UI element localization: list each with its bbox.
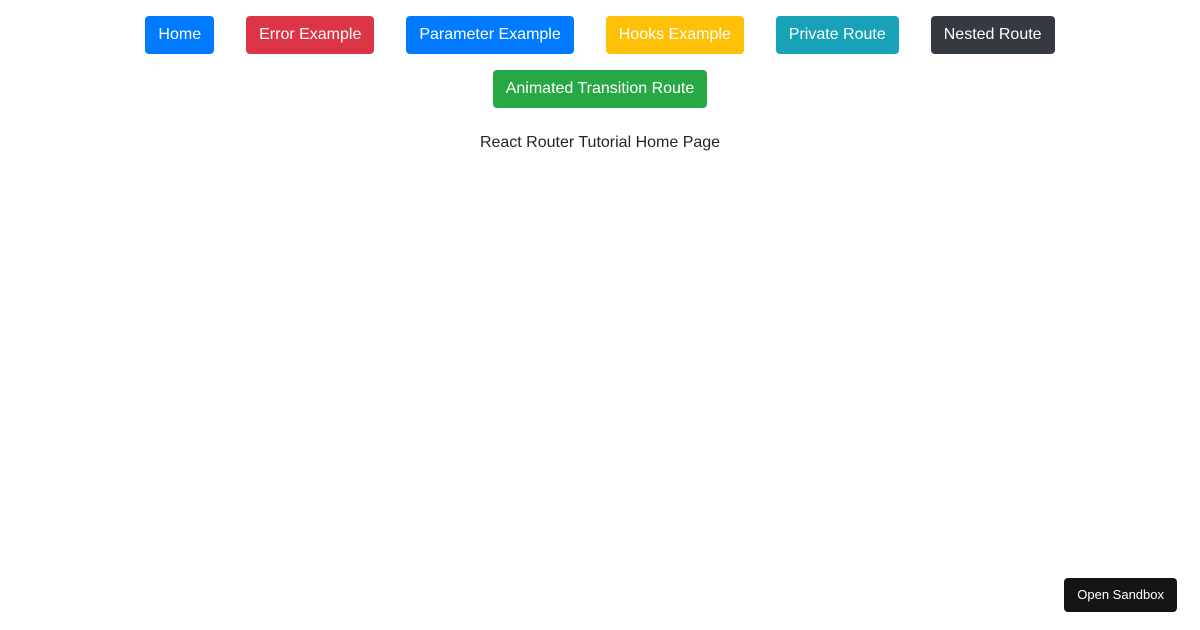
page: Home Error Example Parameter Example Hoo… (0, 0, 1200, 630)
page-content-text: React Router Tutorial Home Page (479, 134, 721, 151)
nav-button-row: Home Error Example Parameter Example Hoo… (0, 0, 1200, 54)
private-route-button[interactable]: Private Route (775, 16, 899, 54)
home-button[interactable]: Home (145, 16, 215, 54)
animated-transition-route-button[interactable]: Animated Transition Route (492, 70, 708, 108)
parameter-example-button[interactable]: Parameter Example (406, 16, 574, 54)
hooks-example-button[interactable]: Hooks Example (605, 16, 744, 54)
error-example-button[interactable]: Error Example (246, 16, 375, 54)
open-sandbox-button[interactable]: Open Sandbox (1064, 578, 1177, 612)
nav-button-row-2: Animated Transition Route (0, 70, 1200, 108)
nested-route-button[interactable]: Nested Route (930, 16, 1055, 54)
